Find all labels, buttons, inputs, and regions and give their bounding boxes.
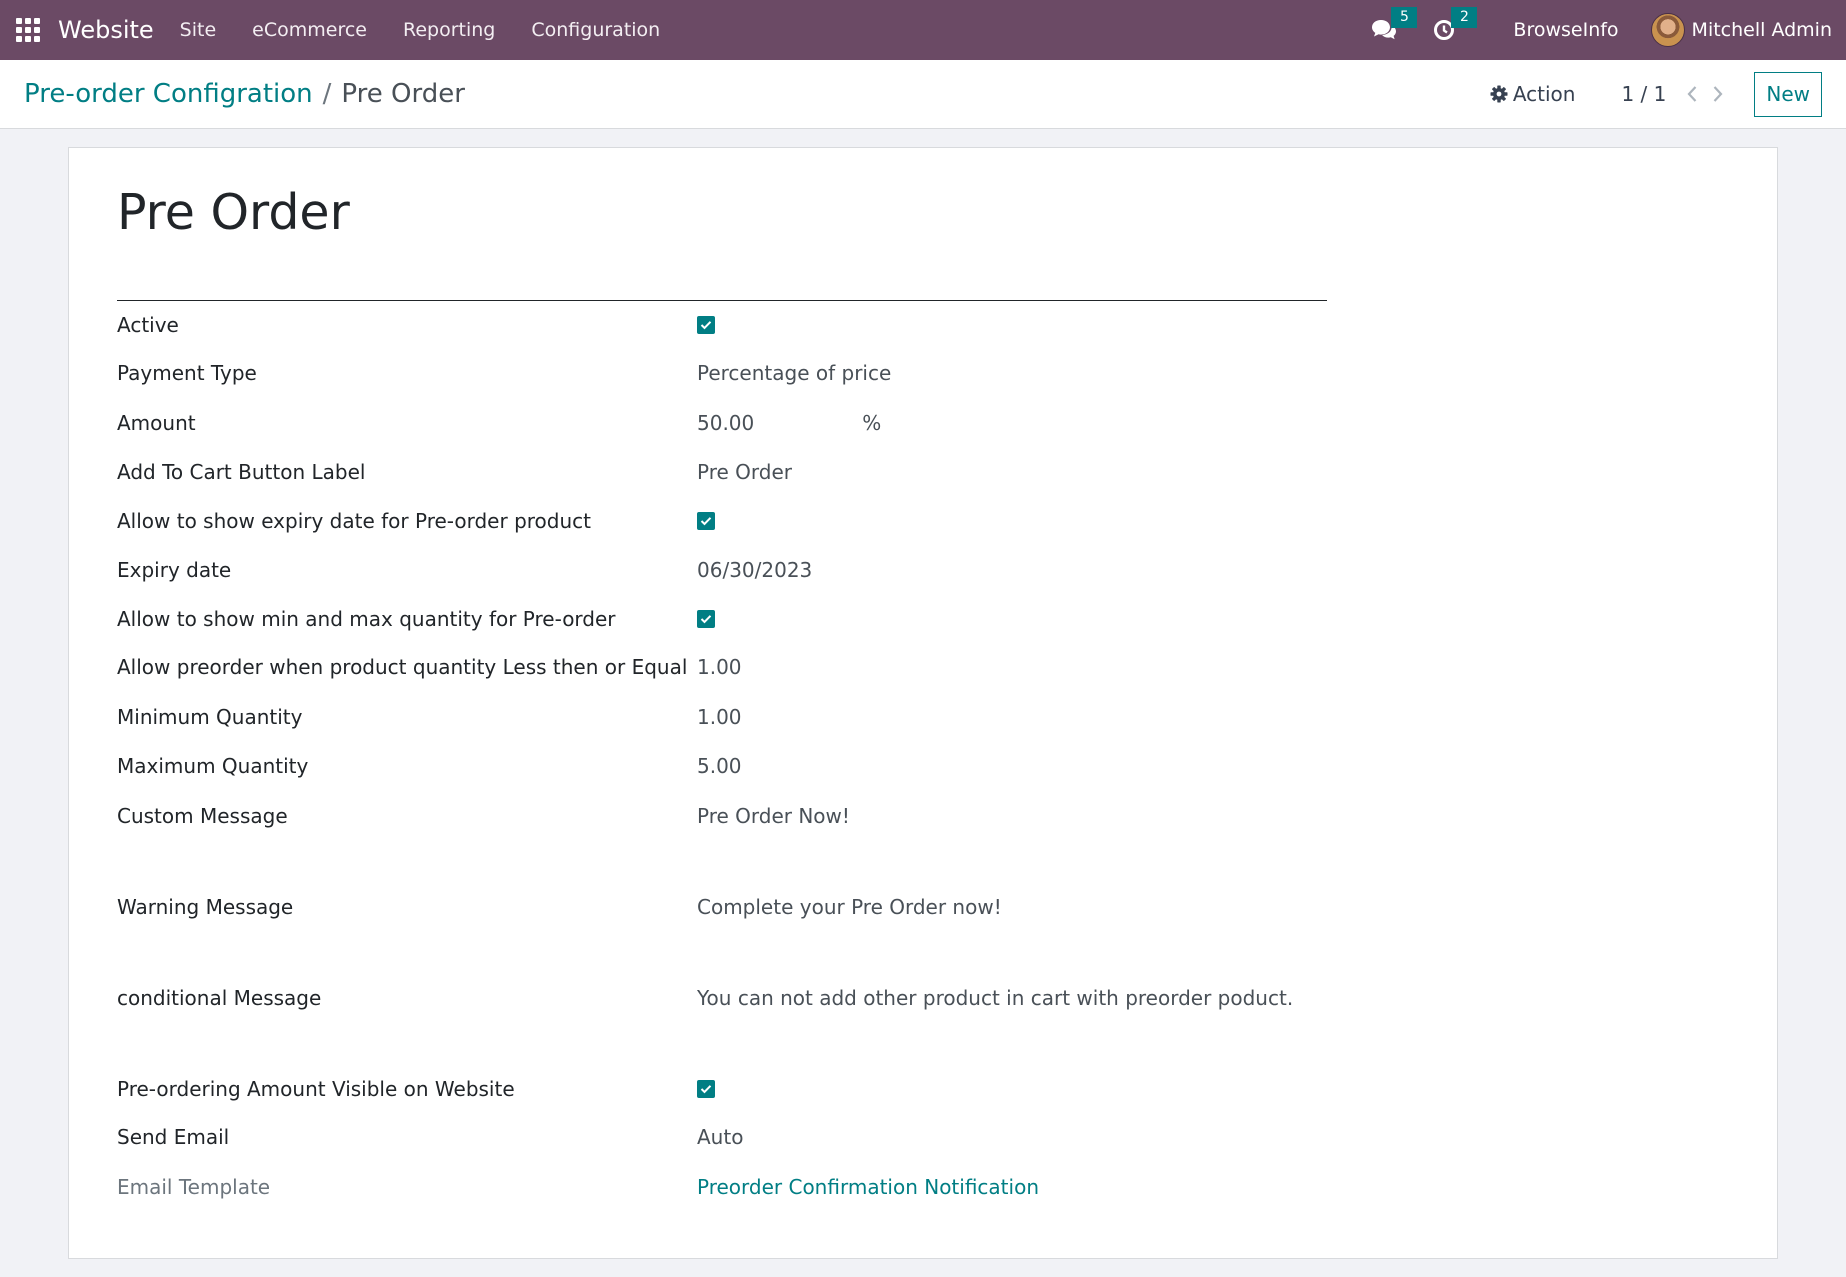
field-allow-qty: Allow preorder when product quantity Les…	[117, 655, 1367, 679]
field-expiry-date: Expiry date 06/30/2023	[117, 558, 1367, 582]
field-amount: Amount 50.00 %	[117, 411, 1367, 435]
field-label: Custom Message	[117, 804, 288, 828]
field-email-template: Email Template Preorder Confirmation Not…	[117, 1175, 1367, 1199]
check-icon	[700, 1085, 712, 1094]
action-button[interactable]: Action	[1490, 82, 1576, 106]
pager-value[interactable]: 1 / 1	[1621, 82, 1666, 106]
field-label: Amount	[117, 411, 196, 435]
field-label: Pre-ordering Amount Visible on Website	[117, 1077, 515, 1101]
field-show-expiry: Allow to show expiry date for Pre-order …	[117, 509, 1367, 533]
field-max-qty: Maximum Quantity 5.00	[117, 754, 1367, 778]
company-switcher[interactable]: BrowseInfo	[1513, 19, 1618, 41]
conditional-message-input[interactable]: You can not add other product in cart wi…	[697, 986, 1293, 1010]
main-menu: Site eCommerce Reporting Configuration	[180, 19, 661, 41]
chevron-left-icon	[1687, 86, 1697, 102]
pager-next-button[interactable]	[1712, 85, 1724, 103]
messages-button[interactable]: 5	[1371, 7, 1418, 41]
check-icon	[700, 321, 712, 330]
app-title[interactable]: Website	[58, 16, 154, 44]
field-label: Expiry date	[117, 558, 232, 582]
breadcrumb-parent[interactable]: Pre-order Configration	[24, 79, 313, 109]
menu-item-site[interactable]: Site	[180, 19, 216, 41]
top-navbar: Website Site eCommerce Reporting Configu…	[0, 0, 1846, 60]
email-template-link[interactable]: Preorder Confirmation Notification	[697, 1175, 1039, 1199]
field-label: Minimum Quantity	[117, 705, 303, 729]
field-amount-visible: Pre-ordering Amount Visible on Website	[117, 1077, 1367, 1101]
breadcrumb: Pre-order Configration / Pre Order	[24, 79, 465, 109]
field-label: Payment Type	[117, 361, 257, 385]
record-title: Pre Order	[117, 184, 350, 241]
control-panel-actions: Action 1 / 1 New	[1490, 71, 1822, 117]
show-minmax-checkbox[interactable]	[697, 610, 715, 628]
min-qty-input[interactable]: 1.00	[697, 705, 742, 729]
expiry-date-input[interactable]: 06/30/2023	[697, 558, 812, 582]
pager-arrows	[1686, 85, 1724, 103]
active-checkbox[interactable]	[697, 316, 715, 334]
new-button[interactable]: New	[1754, 71, 1822, 117]
field-active: Active	[117, 313, 1367, 337]
messages-count-badge: 5	[1391, 7, 1418, 28]
field-show-minmax: Allow to show min and max quantity for P…	[117, 607, 1367, 631]
pager-previous-button[interactable]	[1686, 85, 1698, 103]
custom-message-input[interactable]: Pre Order Now!	[697, 804, 850, 828]
payment-type-select[interactable]: Percentage of price	[697, 361, 891, 385]
field-warning-message: Warning Message Complete your Pre Order …	[117, 895, 1367, 919]
allow-qty-input[interactable]: 1.00	[697, 655, 742, 679]
app-grid-icon[interactable]	[16, 18, 40, 42]
menu-item-configuration[interactable]: Configuration	[531, 19, 660, 41]
menu-item-reporting[interactable]: Reporting	[403, 19, 495, 41]
amount-unit: %	[862, 411, 882, 435]
field-label: Allow to show min and max quantity for P…	[117, 607, 616, 631]
field-label: Warning Message	[117, 895, 294, 919]
group-separator	[117, 300, 1327, 301]
field-conditional-message: conditional Message You can not add othe…	[117, 986, 1367, 1010]
form-sheet: Pre Order Active Payment Type Percentage…	[68, 147, 1778, 1259]
user-menu[interactable]: Mitchell Admin	[1650, 13, 1832, 47]
activities-count-badge: 2	[1451, 7, 1478, 28]
check-icon	[700, 517, 712, 526]
field-send-email: Send Email Auto	[117, 1125, 1367, 1149]
field-label: Add To Cart Button Label	[117, 460, 366, 484]
field-payment-type: Payment Type Percentage of price	[117, 361, 1367, 385]
cart-label-input[interactable]: Pre Order	[697, 460, 792, 484]
show-expiry-checkbox[interactable]	[697, 512, 715, 530]
field-cart-label: Add To Cart Button Label Pre Order	[117, 460, 1367, 484]
field-label: Allow to show expiry date for Pre-order …	[117, 509, 591, 533]
control-panel: Pre-order Configration / Pre Order Actio…	[0, 60, 1846, 129]
field-label: Allow preorder when product quantity Les…	[117, 655, 688, 679]
user-name: Mitchell Admin	[1691, 19, 1832, 41]
breadcrumb-separator: /	[322, 79, 332, 109]
field-label: conditional Message	[117, 986, 322, 1010]
check-icon	[700, 615, 712, 624]
systray: 5 2 BrowseInfo Mitchell Admin	[1371, 7, 1832, 47]
amount-input[interactable]: 50.00	[697, 411, 754, 435]
field-label: Maximum Quantity	[117, 754, 309, 778]
warning-message-input[interactable]: Complete your Pre Order now!	[697, 895, 1002, 919]
amount-visible-checkbox[interactable]	[697, 1080, 715, 1098]
field-label: Email Template	[117, 1175, 271, 1199]
field-custom-message: Custom Message Pre Order Now!	[117, 804, 1367, 828]
breadcrumb-current: Pre Order	[341, 79, 465, 109]
gear-icon	[1490, 85, 1508, 103]
avatar	[1650, 13, 1685, 47]
field-min-qty: Minimum Quantity 1.00	[117, 705, 1367, 729]
field-label: Active	[117, 313, 179, 337]
chevron-right-icon	[1714, 86, 1723, 102]
activities-button[interactable]: 2	[1433, 7, 1478, 41]
field-label: Send Email	[117, 1125, 230, 1149]
max-qty-input[interactable]: 5.00	[697, 754, 742, 778]
menu-item-ecommerce[interactable]: eCommerce	[252, 19, 367, 41]
action-label: Action	[1512, 82, 1576, 106]
send-email-select[interactable]: Auto	[697, 1125, 743, 1149]
